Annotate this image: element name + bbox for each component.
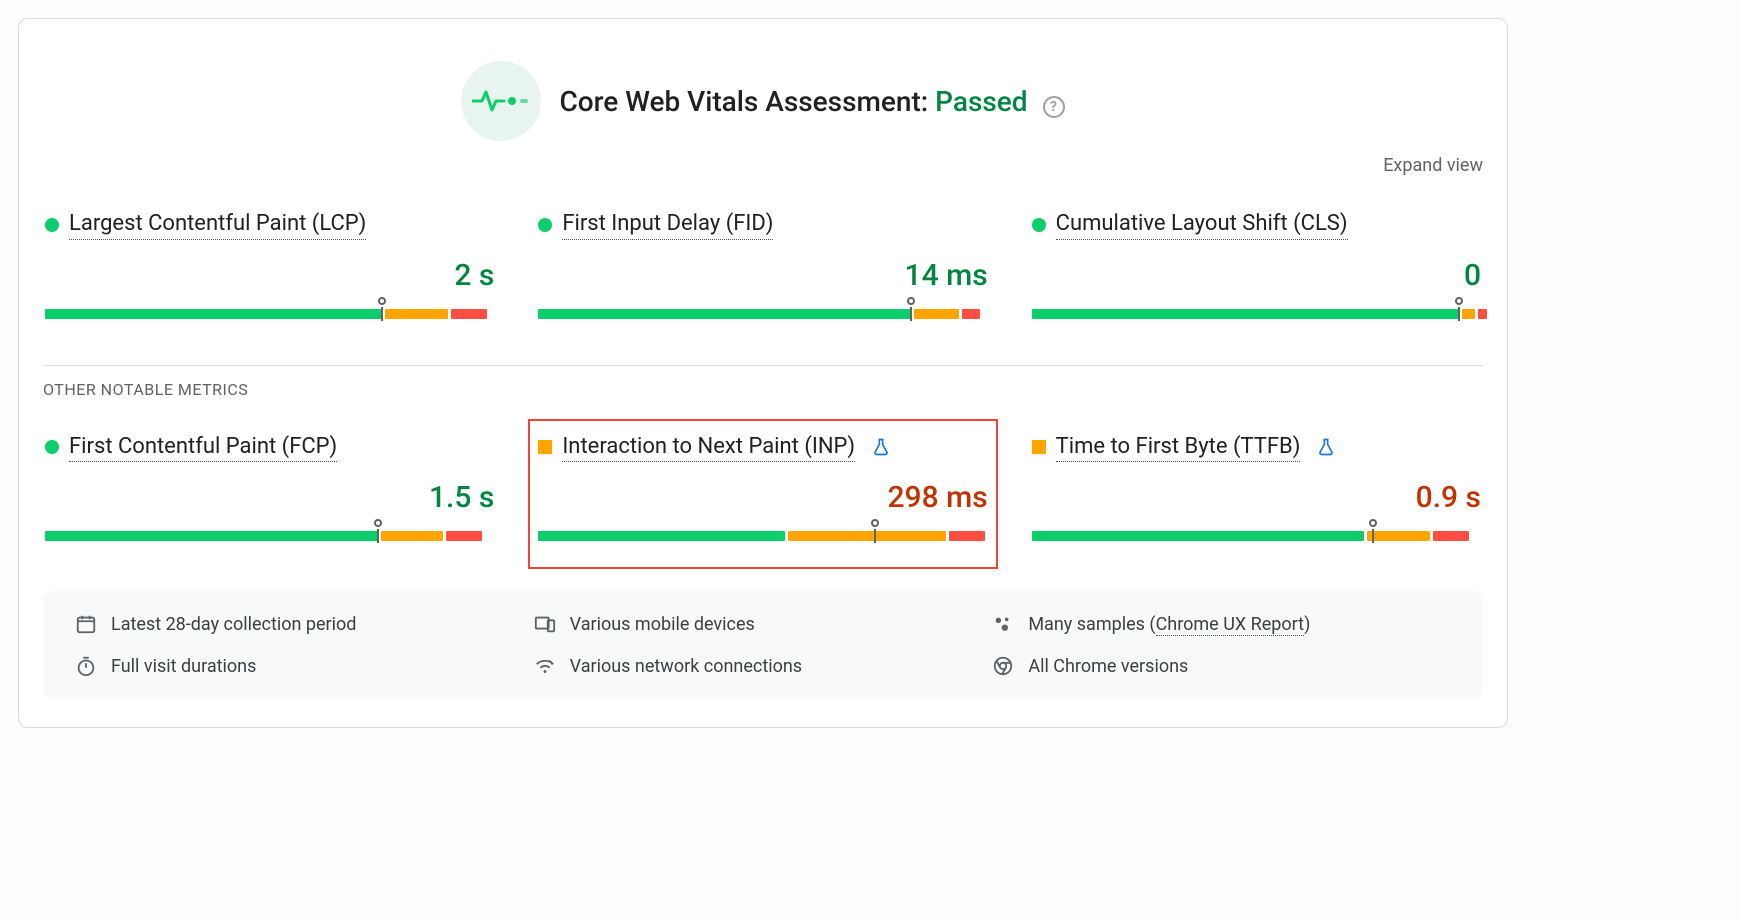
percentile-marker [1455,297,1463,305]
distribution-segment-o [788,531,945,541]
cwv-panel: Core Web Vitals Assessment: Passed ? Exp… [18,18,1508,728]
metric-card: Time to First Byte (TTFB) 0.9 s [1030,427,1483,562]
metric-name-link[interactable]: Cumulative Layout Shift (CLS) [1056,210,1348,240]
info-collection-period: Latest 28-day collection period [111,614,356,635]
vitals-pulse-icon [461,61,541,141]
metric-value: 14 ms [538,258,987,293]
distribution-segment-g [45,531,378,541]
distribution-segment-o [914,309,959,319]
metric-card: Largest Contentful Paint (LCP) 2 s [43,204,496,339]
other-metrics-heading: OTHER NOTABLE METRICS [43,380,1483,399]
section-divider [43,365,1483,366]
panel-title: Core Web Vitals Assessment: Passed ? [559,85,1064,118]
metric-card: Cumulative Layout Shift (CLS) 0 [1030,204,1483,339]
metric-name-link[interactable]: First Contentful Paint (FCP) [69,433,337,463]
calendar-icon [75,613,97,635]
metric-name-link[interactable]: Largest Contentful Paint (LCP) [69,210,366,240]
percentile-marker [378,297,386,305]
distribution-bar [45,531,494,541]
expand-view-toggle[interactable]: Expand view [1383,155,1483,176]
metric-value: 0.9 s [1032,480,1481,515]
metric-value: 298 ms [538,480,987,515]
status-dot-good [45,440,59,454]
status-square-warn [538,440,552,454]
title-prefix: Core Web Vitals Assessment: [559,85,928,118]
percentile-marker [871,519,879,527]
status-dot-good [45,218,59,232]
distribution-bar [538,531,987,541]
help-icon[interactable]: ? [1043,96,1065,118]
crux-report-link[interactable]: Chrome UX Report [1156,614,1304,636]
distribution-segment-r [451,309,487,319]
distribution-segment-r [1433,531,1469,541]
status-dot-good [1032,218,1046,232]
data-source-info: Latest 28-day collection period Various … [43,591,1483,699]
metric-card: First Contentful Paint (FCP) 1.5 s [43,427,496,562]
distribution-segment-o [1367,531,1430,541]
devices-icon [534,613,556,635]
network-icon [534,655,556,677]
metric-value: 1.5 s [45,480,494,515]
distribution-segment-o [1462,309,1475,319]
experimental-flask-icon [871,437,891,457]
metric-name-link[interactable]: Time to First Byte (TTFB) [1056,433,1301,463]
status-square-warn [1032,440,1046,454]
distribution-segment-g [45,309,382,319]
metric-card: First Input Delay (FID) 14 ms [536,204,989,339]
samples-icon [992,613,1014,635]
distribution-segment-o [385,309,448,319]
metric-card: Interaction to Next Paint (INP) 298 ms [536,427,989,562]
distribution-segment-r [1478,309,1487,319]
distribution-segment-r [962,309,980,319]
distribution-segment-g [1032,309,1459,319]
percentile-marker [1369,519,1377,527]
metric-value: 0 [1032,258,1481,293]
assessment-status: Passed [935,85,1027,118]
distribution-segment-o [381,531,444,541]
info-devices: Various mobile devices [570,614,755,635]
status-dot-good [538,218,552,232]
percentile-marker [374,519,382,527]
percentile-marker [907,297,915,305]
info-samples: Many samples (Chrome UX Report) [1028,614,1310,635]
distribution-segment-r [446,531,482,541]
distribution-segment-r [949,531,985,541]
info-durations: Full visit durations [111,656,256,677]
metric-value: 2 s [45,258,494,293]
distribution-bar [1032,309,1481,319]
distribution-segment-g [538,309,911,319]
experimental-flask-icon [1316,437,1336,457]
stopwatch-icon [75,655,97,677]
distribution-bar [538,309,987,319]
distribution-segment-g [538,531,785,541]
metric-name-link[interactable]: First Input Delay (FID) [562,210,773,240]
panel-header: Core Web Vitals Assessment: Passed ? [43,61,1483,141]
chrome-icon [992,655,1014,677]
distribution-bar [45,309,494,319]
metric-name-link[interactable]: Interaction to Next Paint (INP) [562,433,855,463]
distribution-segment-g [1032,531,1365,541]
info-network: Various network connections [570,656,802,677]
info-chrome: All Chrome versions [1028,656,1188,677]
distribution-bar [1032,531,1481,541]
